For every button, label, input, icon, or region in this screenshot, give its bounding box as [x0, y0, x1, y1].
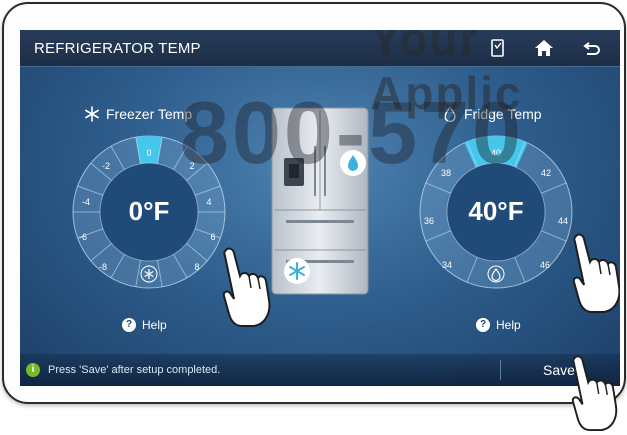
- freezer-tick-label[interactable]: -2: [102, 161, 110, 171]
- pointing-hand-icon: [571, 355, 618, 432]
- freezer-indicator-icon: [284, 258, 310, 284]
- screen: REFRIGERATOR TEMP Freezer Temp 0 2 4 6 8…: [20, 30, 620, 386]
- freezer-tick-label[interactable]: -6: [79, 232, 87, 242]
- title-bar: REFRIGERATOR TEMP: [20, 30, 620, 67]
- help-icon: ?: [122, 318, 136, 332]
- freezer-temp-label: Freezer Temp: [84, 106, 192, 122]
- pointing-hand-icon: [572, 233, 620, 313]
- device-frame: REFRIGERATOR TEMP Freezer Temp 0 2 4 6 8…: [2, 2, 626, 404]
- freezer-temp-value: 0°F: [128, 196, 170, 226]
- back-icon[interactable]: [580, 36, 604, 60]
- status-bar: i Press 'Save' after setup completed. Sa…: [20, 354, 620, 386]
- pointing-hand-icon: [222, 247, 271, 327]
- help-icon: ?: [476, 318, 490, 332]
- freezer-tick-label[interactable]: 6: [210, 232, 215, 242]
- freezer-temp-text: Freezer Temp: [106, 106, 193, 122]
- freezer-tick-label[interactable]: 2: [189, 161, 194, 171]
- info-icon: i: [26, 363, 40, 377]
- fridge-indicator-icon: [340, 150, 366, 176]
- fridge-help-label: Help: [496, 318, 521, 332]
- snowflake-icon: [85, 106, 99, 122]
- freezer-tick-label[interactable]: 0: [146, 148, 151, 158]
- fridge-tick-label[interactable]: 40: [491, 148, 501, 158]
- fridge-temp-value: 40°F: [468, 196, 524, 226]
- fridge-help-button[interactable]: ? Help: [476, 318, 521, 332]
- water-drop-icon: [444, 106, 456, 122]
- fridge-tick-label[interactable]: 42: [541, 168, 551, 178]
- fridge-tick-label[interactable]: 46: [540, 260, 550, 270]
- fridge-temp-label: Fridge Temp: [442, 106, 542, 122]
- freezer-tick-label[interactable]: 8: [194, 262, 199, 272]
- fridge-tick-label[interactable]: 34: [442, 260, 452, 270]
- divider: [500, 360, 501, 380]
- page-title: REFRIGERATOR TEMP: [34, 40, 201, 57]
- freezer-tick-label[interactable]: -8: [99, 262, 107, 272]
- setup-notice: Press 'Save' after setup completed.: [48, 364, 221, 376]
- fridge-temp-text: Fridge Temp: [464, 106, 542, 122]
- door-alarm-icon[interactable]: [486, 36, 510, 60]
- freezer-help-label: Help: [142, 318, 167, 332]
- fridge-tick-label[interactable]: 38: [441, 168, 451, 178]
- freezer-help-button[interactable]: ? Help: [122, 318, 167, 332]
- home-icon[interactable]: [532, 36, 556, 60]
